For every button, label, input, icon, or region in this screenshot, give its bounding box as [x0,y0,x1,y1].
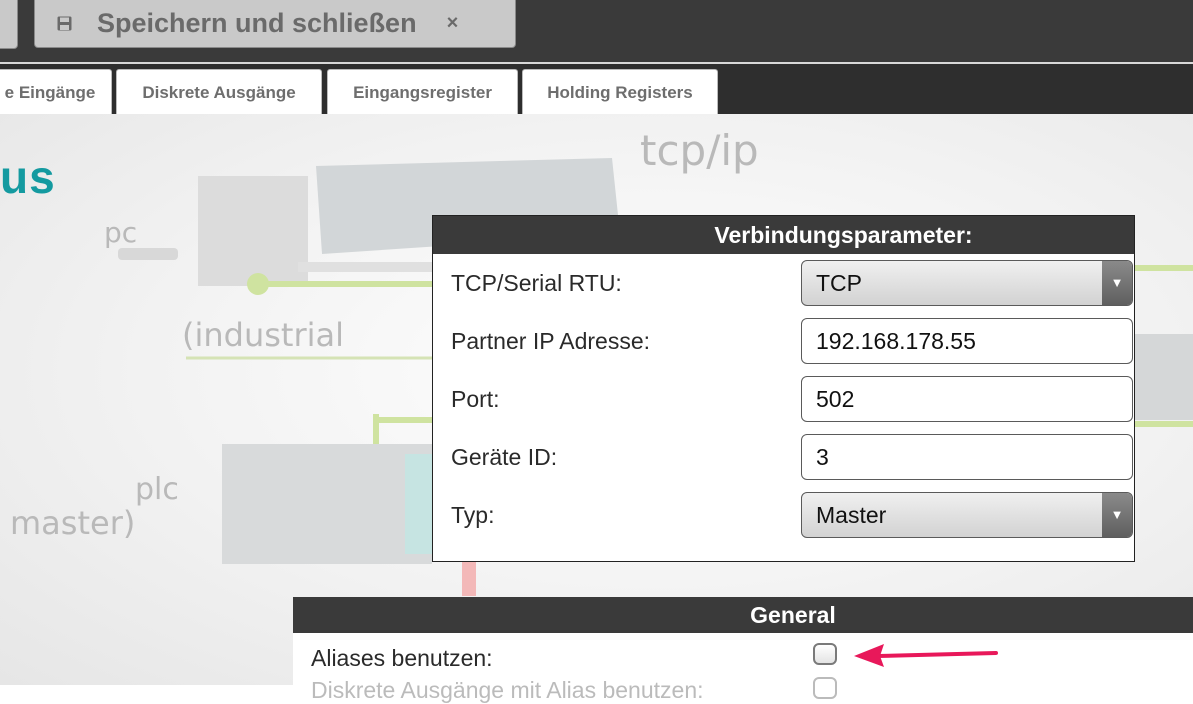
tab-label: e Eingänge [4,83,96,102]
aliases-checkbox[interactable] [813,643,837,665]
input-value: 3 [816,444,829,470]
tab-input-registers[interactable]: Eingangsregister [327,69,518,116]
chevron-down-icon[interactable]: ▼ [1102,493,1132,537]
bg-label-industrial: (industrial [182,316,345,354]
toolbar-button-partial[interactable] [0,0,18,49]
connection-parameters-panel: Verbindungsparameter: TCP/Serial RTU: TC… [432,215,1135,562]
aliases-label: Aliases benutzen: [311,645,493,671]
port-row: Port: 502 [433,370,1134,428]
close-icon: × [446,12,459,34]
tab-strip: e Eingänge Diskrete Ausgänge Eingangsreg… [0,62,1193,116]
panel-title: Verbindungsparameter: [714,221,973,248]
field-label: Partner IP Adresse: [451,328,651,354]
tab-discrete-inputs[interactable]: e Eingänge [0,69,112,116]
tab-label: Diskrete Ausgänge [142,83,296,102]
select-value: TCP [816,270,862,296]
general-header: General [293,597,1193,633]
bg-label-master: master) [10,504,136,542]
tab-label: Eingangsregister [353,83,492,102]
tab-holding-registers[interactable]: Holding Registers [522,69,718,116]
page-title: us [0,151,56,203]
field-label: TCP/Serial RTU: [451,270,622,296]
input-value: 502 [816,386,855,412]
plc-device-shape [222,444,432,564]
field-label: Typ: [451,502,495,528]
top-toolbar: Speichern und schließen × [0,0,1193,62]
field-label: Geräte ID: [451,444,558,470]
port-input[interactable]: 502 [801,376,1133,422]
select-value: Master [816,502,887,528]
type-select[interactable]: Master ▼ [801,492,1133,538]
connection-type-select[interactable]: TCP ▼ [801,260,1133,306]
field-label: Port: [451,386,500,412]
floppy-disk-icon [57,16,72,31]
next-row-label: Diskrete Ausgänge mit Alias benutzen: [311,677,704,703]
save-and-close-button[interactable]: Speichern und schließen × [34,0,516,48]
pc-tower-shape [198,176,308,286]
tab-discrete-outputs[interactable]: Diskrete Ausgänge [116,69,322,116]
general-section: General Aliases benutzen: Diskrete Ausgä… [293,597,1193,703]
input-value: 192.168.178.55 [816,328,976,354]
type-row: Typ: Master ▼ [433,486,1134,544]
partner-ip-input[interactable]: 192.168.178.55 [801,318,1133,364]
tab-label: Holding Registers [547,83,693,102]
bg-label-tcpip: tcp/ip [640,126,759,175]
device-id-row: Geräte ID: 3 [433,428,1134,486]
panel-header: Verbindungsparameter: [433,216,1134,254]
bg-label-plc: plc [135,472,179,507]
next-row-checkbox[interactable] [813,677,837,699]
general-title: General [750,601,836,628]
annotation-arrow-icon [854,644,998,667]
partner-ip-row: Partner IP Adresse: 192.168.178.55 [433,312,1134,370]
chevron-down-icon[interactable]: ▼ [1102,261,1132,305]
connection-type-row: TCP/Serial RTU: TCP ▼ [433,254,1134,312]
device-id-input[interactable]: 3 [801,434,1133,480]
bg-label-pc: pc [104,216,138,249]
save-and-close-label: Speichern und schließen [97,8,417,38]
